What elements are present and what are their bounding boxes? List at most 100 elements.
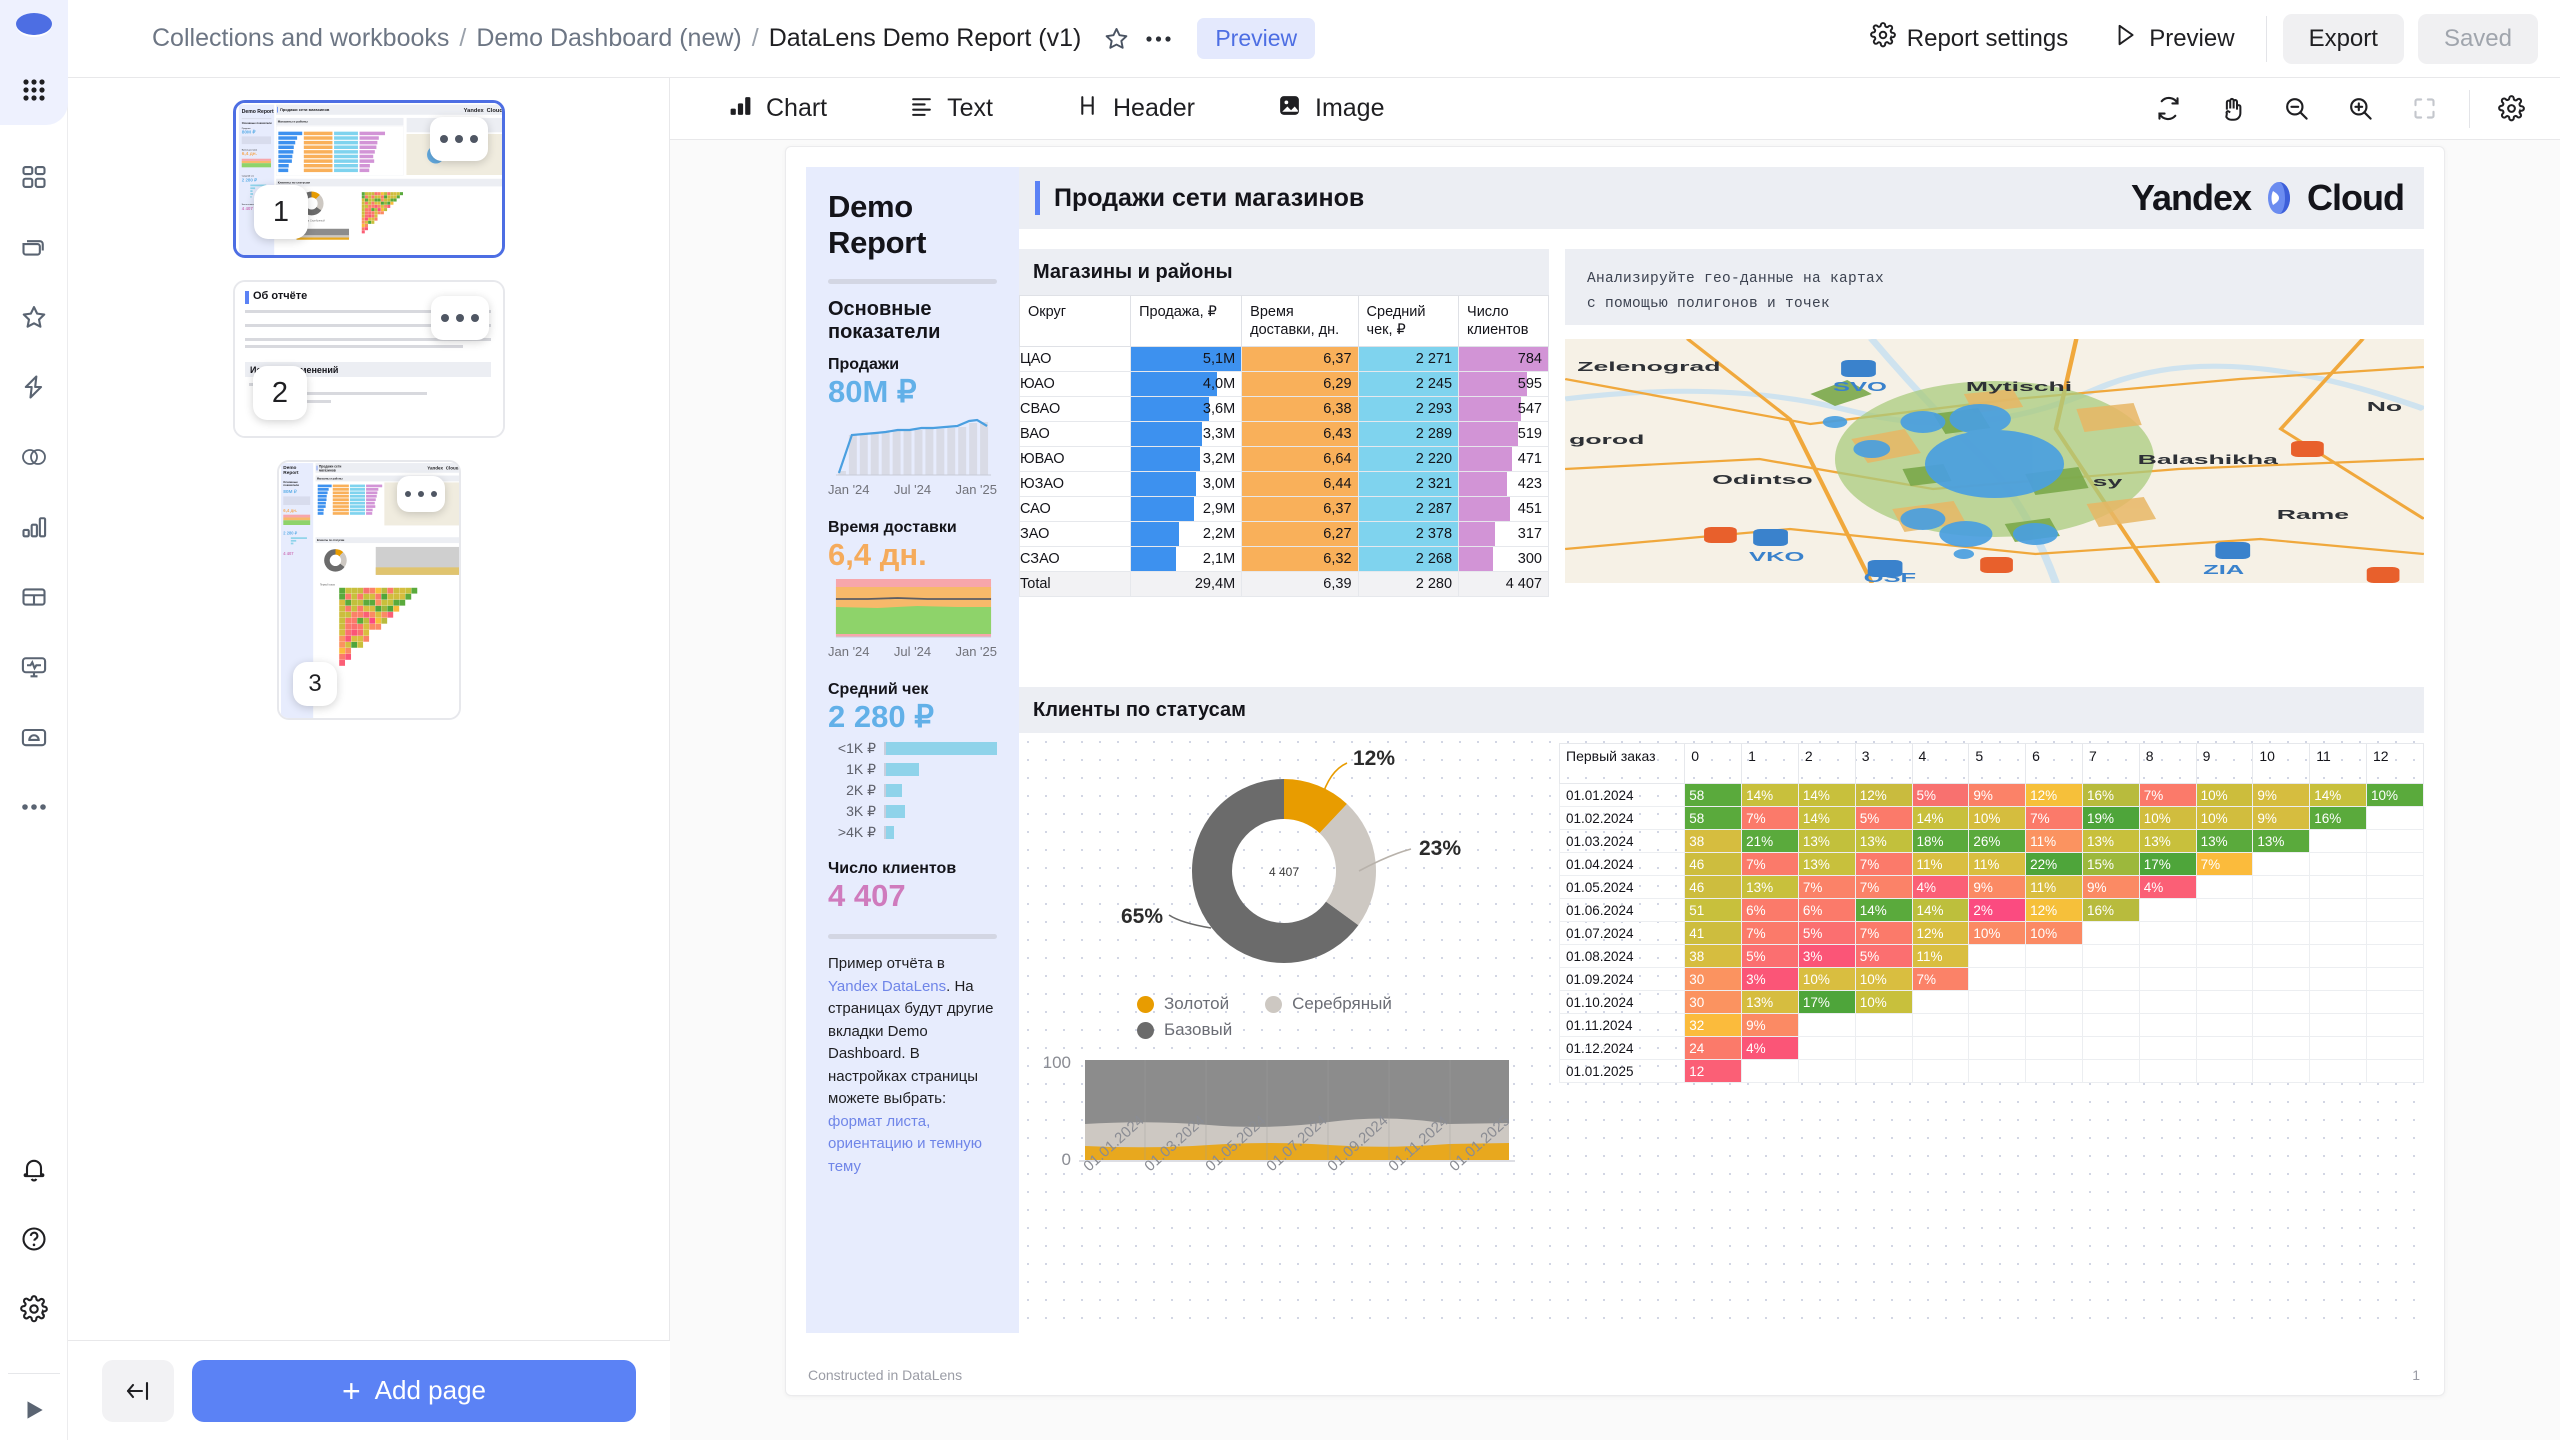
gear-icon[interactable] bbox=[2488, 86, 2534, 132]
thumb-heatmap-cell bbox=[339, 612, 345, 618]
thumbnail-options-icon[interactable] bbox=[397, 476, 445, 512]
kpi-section-title: Основные показатели bbox=[828, 298, 997, 344]
report-header: Продажи сети магазинов Yandex Cloud bbox=[1019, 167, 2424, 229]
heatmap-cell bbox=[2082, 1037, 2139, 1060]
map-widget[interactable]: ZelenogradMytischi NoBalashikha gorodOdi… bbox=[1565, 339, 2424, 583]
bar-chart-icon[interactable] bbox=[0, 503, 68, 551]
page-thumbnail-1[interactable]: Demo Report Основные показатели Продажи … bbox=[233, 100, 505, 258]
cell-value: 2 293 bbox=[1416, 401, 1452, 417]
preview-chip[interactable]: Preview bbox=[1197, 18, 1315, 59]
heatmap-cell bbox=[2196, 1014, 2253, 1037]
datalens-link[interactable]: Yandex DataLens bbox=[828, 978, 946, 995]
heatmap-cell: 38 bbox=[1685, 945, 1742, 968]
table-row[interactable]: СВАО3,6M6,382 293547 bbox=[1020, 397, 1549, 422]
export-button[interactable]: Export bbox=[2283, 14, 2404, 64]
stores-table[interactable]: ОкругПродажа, ₽Время доставки, дн.Средни… bbox=[1019, 295, 1549, 597]
hand-pan-icon[interactable] bbox=[2209, 86, 2255, 132]
thumb-heatmap-cell bbox=[369, 600, 375, 606]
monitor-pulse-icon[interactable] bbox=[0, 643, 68, 691]
table-row[interactable]: ЮВАО3,2M6,642 220471 bbox=[1020, 447, 1549, 472]
page-thumbnail-3[interactable]: DemoReport Основныепоказатели 80M ₽ 6,4 … bbox=[277, 460, 461, 720]
heatmap-cell bbox=[2139, 899, 2196, 922]
heatmap-table[interactable]: Первый заказ0123456789101112 01.01.20245… bbox=[1559, 743, 2424, 1083]
app-logo[interactable] bbox=[0, 0, 68, 55]
refresh-icon[interactable] bbox=[2145, 86, 2191, 132]
preview-button[interactable]: Preview bbox=[2097, 13, 2249, 64]
table-row[interactable]: ЗАО2,2M6,272 378317 bbox=[1020, 522, 1549, 547]
zoom-out-icon[interactable] bbox=[2273, 86, 2319, 132]
more-icon[interactable] bbox=[0, 783, 68, 831]
folder-stack-icon[interactable] bbox=[0, 223, 68, 271]
help-icon[interactable] bbox=[0, 1215, 68, 1263]
star-icon[interactable] bbox=[0, 293, 68, 341]
thumb-heatmap-cell bbox=[357, 624, 363, 630]
settings-icon[interactable] bbox=[0, 1285, 68, 1333]
thumb-bar bbox=[278, 132, 302, 136]
heatmap-cell: 10% bbox=[1969, 922, 2026, 945]
heatmap-cell: 30 bbox=[1685, 991, 1742, 1014]
thumb-bar bbox=[334, 146, 358, 150]
dashboards-icon[interactable] bbox=[0, 153, 68, 201]
insert-text-button[interactable]: Text bbox=[889, 85, 1013, 133]
bell-icon[interactable] bbox=[0, 1145, 68, 1193]
pages-list[interactable]: Demo Report Основные показатели Продажи … bbox=[68, 78, 670, 1340]
clients-cell: 547 bbox=[1459, 397, 1549, 422]
thumb-heatmap-cell bbox=[369, 618, 375, 624]
table-row[interactable]: СЗАО2,1M6,322 268300 bbox=[1020, 547, 1549, 572]
play-icon[interactable] bbox=[0, 1380, 68, 1440]
report-sheet[interactable]: Demo Report Основные показатели Продажи … bbox=[785, 146, 2445, 1396]
table-icon[interactable] bbox=[0, 573, 68, 621]
add-page-button[interactable]: + Add page bbox=[192, 1360, 636, 1422]
legend-item-base[interactable]: Базовый bbox=[1137, 1020, 1539, 1040]
zoom-in-icon[interactable] bbox=[2337, 86, 2383, 132]
heatmap-cell: 11% bbox=[1969, 853, 2026, 876]
heatmap-cell bbox=[2139, 991, 2196, 1014]
fit-screen-icon[interactable] bbox=[2401, 86, 2447, 132]
check-cell: 2 289 bbox=[1358, 422, 1459, 447]
heatmap-cell: 10% bbox=[1969, 807, 2026, 830]
heatmap-cell: 16% bbox=[2310, 807, 2367, 830]
breadcrumb-collections[interactable]: Collections and workbooks bbox=[152, 24, 449, 53]
legend-item-silver[interactable]: Серебряный bbox=[1265, 994, 1392, 1014]
insert-chart-button[interactable]: Chart bbox=[708, 85, 847, 133]
insert-header-button[interactable]: Header bbox=[1055, 85, 1215, 133]
cell-bar bbox=[1131, 397, 1209, 421]
lightning-icon[interactable] bbox=[0, 363, 68, 411]
apps-grid-icon[interactable] bbox=[0, 55, 68, 125]
table-row[interactable]: ЦАО5,1M6,372 271784 bbox=[1020, 347, 1549, 372]
breadcrumb-workbook[interactable]: Demo Dashboard (new) bbox=[476, 24, 741, 53]
column-header: Число клиентов bbox=[1459, 296, 1549, 347]
thumb-bar bbox=[318, 491, 328, 494]
favorite-star-icon[interactable] bbox=[1095, 18, 1137, 60]
table-row[interactable]: ЮАО4,0M6,292 245595 bbox=[1020, 372, 1549, 397]
thumb-heatmap-cell bbox=[345, 594, 351, 600]
kpi-sales: Продажи 80M ₽ bbox=[828, 356, 997, 497]
stores-panel-title: Магазины и районы bbox=[1019, 249, 1549, 295]
heatmap-cell bbox=[2310, 945, 2367, 968]
table-row[interactable]: ВАО3,3M6,432 289519 bbox=[1020, 422, 1549, 447]
venn-icon[interactable] bbox=[0, 433, 68, 481]
page-settings-link[interactable]: формат листа, ориентацию и темную тему bbox=[828, 1113, 982, 1175]
thumbnail-options-icon[interactable] bbox=[431, 296, 489, 340]
legend-item-gold[interactable]: Золотой bbox=[1137, 994, 1229, 1014]
collapse-panel-button[interactable] bbox=[102, 1360, 174, 1422]
thumbnail-options-icon[interactable] bbox=[430, 117, 488, 161]
canvas[interactable]: Demo Report Основные показатели Продажи … bbox=[670, 140, 2560, 1440]
cohort-heatmap[interactable]: Первый заказ0123456789101112 01.01.20245… bbox=[1559, 743, 2424, 1083]
table-row[interactable]: ЮЗАО3,0M6,442 321423 bbox=[1020, 472, 1549, 497]
heatmap-cell: 7% bbox=[1855, 853, 1912, 876]
page-thumbnail-2[interactable]: Об отчёте История изменений 2 bbox=[233, 280, 505, 438]
folder-cloud-icon[interactable] bbox=[0, 713, 68, 761]
table-row[interactable]: САО2,9M6,372 287451 bbox=[1020, 497, 1549, 522]
heatmap-cell: 10% bbox=[1855, 968, 1912, 991]
heatmap-cell bbox=[2139, 968, 2196, 991]
thumb-heatmap-cell bbox=[362, 230, 365, 233]
clients-donut-chart[interactable]: 4 407 12% 23% 65% Золото bbox=[1019, 743, 1539, 1242]
delivery-cell: 6,37 bbox=[1242, 497, 1358, 522]
clients-area-chart[interactable]: 100 0 bbox=[1019, 1052, 1539, 1242]
report-settings-button[interactable]: Report settings bbox=[1855, 13, 2083, 64]
table-total-row: Total29,4M6,392 2804 407 bbox=[1020, 572, 1549, 597]
more-options-icon[interactable] bbox=[1137, 18, 1179, 60]
heatmap-column-header: 12 bbox=[2367, 744, 2424, 784]
insert-image-button[interactable]: Image bbox=[1257, 85, 1404, 133]
